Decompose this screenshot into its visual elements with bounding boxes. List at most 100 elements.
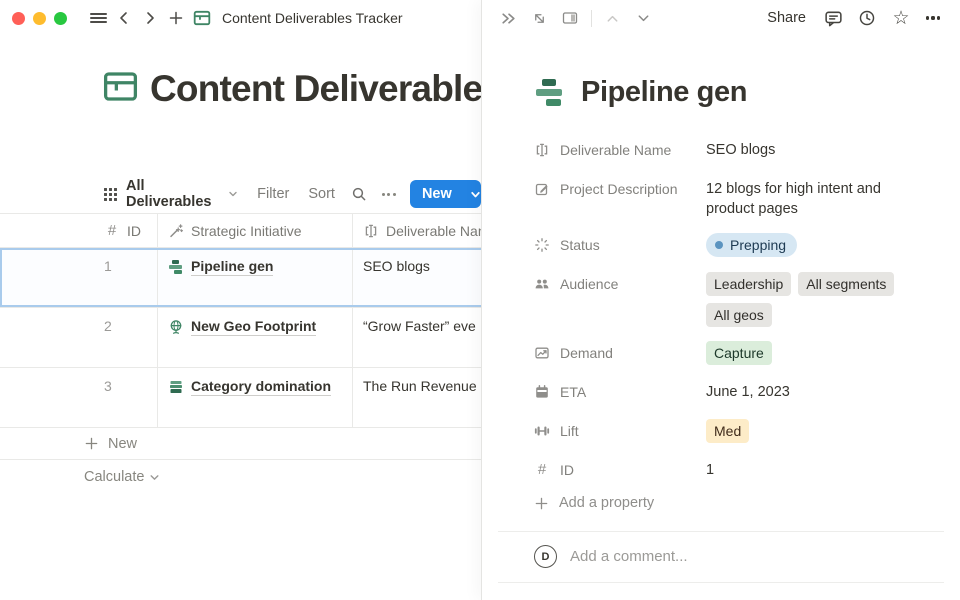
record-link[interactable]: New Geo Footprint — [191, 318, 316, 336]
record-link[interactable]: Pipeline gen — [191, 258, 273, 276]
calculate-label[interactable]: Calculate — [84, 469, 144, 485]
property-value[interactable]: Leadership All segments All geos — [706, 270, 934, 327]
status-dot-icon — [715, 241, 723, 249]
column-label: Deliverable Name — [386, 223, 481, 239]
property-label-row[interactable]: # ID — [534, 456, 706, 483]
filter-button[interactable]: Filter — [257, 186, 289, 202]
cell-deliverable[interactable]: The Run Revenue S — [353, 368, 481, 427]
property-label: Demand — [560, 345, 613, 361]
favorite-star-icon[interactable]: ☆ — [889, 6, 913, 30]
cell-initiative[interactable]: Category domination — [158, 368, 353, 427]
zoom-window-button[interactable] — [54, 12, 67, 25]
view-chevron-down-icon[interactable] — [228, 189, 238, 199]
new-button-chevron-down-icon[interactable] — [462, 189, 481, 200]
property-value[interactable]: June 1, 2023 — [706, 378, 790, 402]
new-tab-icon[interactable] — [163, 5, 189, 31]
comments-icon[interactable] — [821, 6, 845, 30]
lift-tag[interactable]: Med — [706, 419, 749, 443]
property-lift: Lift Med — [534, 417, 934, 444]
record-title[interactable]: Pipeline gen — [581, 76, 747, 109]
table-row[interactable]: 1 Pipeline gen SEO blogs — [0, 248, 481, 308]
property-label: ID — [560, 462, 574, 478]
add-property-button[interactable]: Add a property — [534, 495, 934, 511]
property-label-row[interactable]: Audience — [534, 270, 706, 297]
next-record-icon[interactable] — [631, 6, 655, 30]
hash-icon: # — [534, 461, 550, 478]
add-row-button[interactable]: New — [0, 428, 481, 460]
sort-button[interactable]: Sort — [308, 186, 335, 202]
property-label-row[interactable]: Status — [534, 231, 706, 258]
more-options-icon[interactable] — [921, 6, 945, 30]
page-table-icon — [189, 5, 215, 31]
property-value[interactable]: SEO blogs — [706, 136, 775, 160]
stack-icon — [168, 379, 184, 395]
minimize-window-button[interactable] — [33, 12, 46, 25]
dumbbell-icon — [534, 423, 550, 439]
pipeline-bars-icon[interactable] — [534, 78, 566, 108]
audience-tag[interactable]: Leadership — [706, 272, 791, 296]
column-header-strategic-initiative[interactable]: Strategic Initiative — [158, 214, 353, 247]
column-header-deliverable-name[interactable]: Deliverable Name — [353, 214, 481, 247]
audience-tag[interactable]: All geos — [706, 303, 772, 327]
column-header-id[interactable]: # ID — [0, 214, 158, 247]
cell-id[interactable]: 3 — [0, 368, 158, 427]
page-icon[interactable] — [103, 69, 138, 109]
comment-composer[interactable]: D Add a comment... — [534, 545, 960, 568]
property-value[interactable]: 12 blogs for high intent and product pag… — [706, 175, 906, 219]
property-value[interactable]: 1 — [706, 456, 714, 480]
table-row[interactable]: 3 Category domination The Run Revenue S — [0, 368, 481, 428]
property-label: Lift — [560, 423, 579, 439]
add-row-label[interactable]: New — [108, 436, 137, 452]
side-peek-panel: Share ☆ Pipeline gen — [481, 0, 960, 600]
view-switcher[interactable]: All Deliverables — [126, 178, 222, 210]
property-label-row[interactable]: Demand — [534, 339, 706, 366]
forward-icon[interactable] — [137, 5, 163, 31]
property-demand: Demand Capture — [534, 339, 934, 366]
property-value[interactable]: Prepping — [706, 231, 797, 257]
table-view-icon — [104, 188, 117, 201]
side-peek-mode-icon[interactable] — [558, 6, 582, 30]
close-window-button[interactable] — [12, 12, 25, 25]
property-label: Deliverable Name — [560, 142, 671, 158]
property-label-row[interactable]: Project Description — [534, 175, 706, 202]
cell-initiative[interactable]: Pipeline gen — [158, 248, 353, 307]
calendar-icon — [534, 384, 550, 400]
previous-record-icon[interactable] — [600, 6, 624, 30]
back-icon[interactable] — [111, 5, 137, 31]
property-label-row[interactable]: ETA — [534, 378, 706, 405]
property-label-row[interactable]: Deliverable Name — [534, 136, 706, 163]
property-value[interactable]: Capture — [706, 339, 772, 365]
search-icon[interactable] — [351, 186, 367, 202]
new-record-button[interactable]: New — [410, 180, 481, 208]
view-options-icon[interactable] — [382, 193, 396, 196]
calculate-button[interactable]: Calculate — [0, 460, 481, 494]
divider — [498, 582, 944, 583]
cell-id[interactable]: 1 — [0, 248, 158, 307]
open-as-page-icon[interactable] — [496, 6, 520, 30]
audience-tag[interactable]: All segments — [798, 272, 894, 296]
cell-initiative[interactable]: New Geo Footprint — [158, 308, 353, 367]
sidebar-menu-icon[interactable] — [85, 5, 111, 31]
table-row[interactable]: 2 New Geo Footprint “Grow Faster” eve — [0, 308, 481, 368]
cell-id[interactable]: 2 — [0, 308, 158, 367]
page-title[interactable]: Content Deliverables Tracker — [150, 68, 481, 110]
status-pill[interactable]: Prepping — [706, 233, 797, 257]
property-audience: Audience Leadership All segments All geo… — [534, 270, 934, 327]
history-clock-icon[interactable] — [855, 6, 879, 30]
new-record-label[interactable]: New — [410, 186, 462, 202]
cell-deliverable[interactable]: “Grow Faster” eve — [353, 308, 481, 367]
property-label-row[interactable]: Lift — [534, 417, 706, 444]
demand-tag[interactable]: Capture — [706, 341, 772, 365]
cell-deliverable[interactable]: SEO blogs — [353, 248, 481, 307]
property-eta: ETA June 1, 2023 — [534, 378, 934, 405]
add-property-label[interactable]: Add a property — [559, 495, 654, 511]
status-spinner-icon — [534, 237, 550, 253]
column-label: Strategic Initiative — [191, 223, 302, 239]
property-project-description: Project Description 12 blogs for high in… — [534, 175, 934, 219]
window-titlebar: Content Deliverables Tracker — [0, 0, 481, 36]
share-button[interactable]: Share — [767, 10, 806, 26]
property-value[interactable]: Med — [706, 417, 749, 443]
expand-diagonal-icon[interactable] — [527, 6, 551, 30]
comment-input[interactable]: Add a comment... — [570, 548, 688, 565]
record-link[interactable]: Category domination — [191, 378, 331, 396]
